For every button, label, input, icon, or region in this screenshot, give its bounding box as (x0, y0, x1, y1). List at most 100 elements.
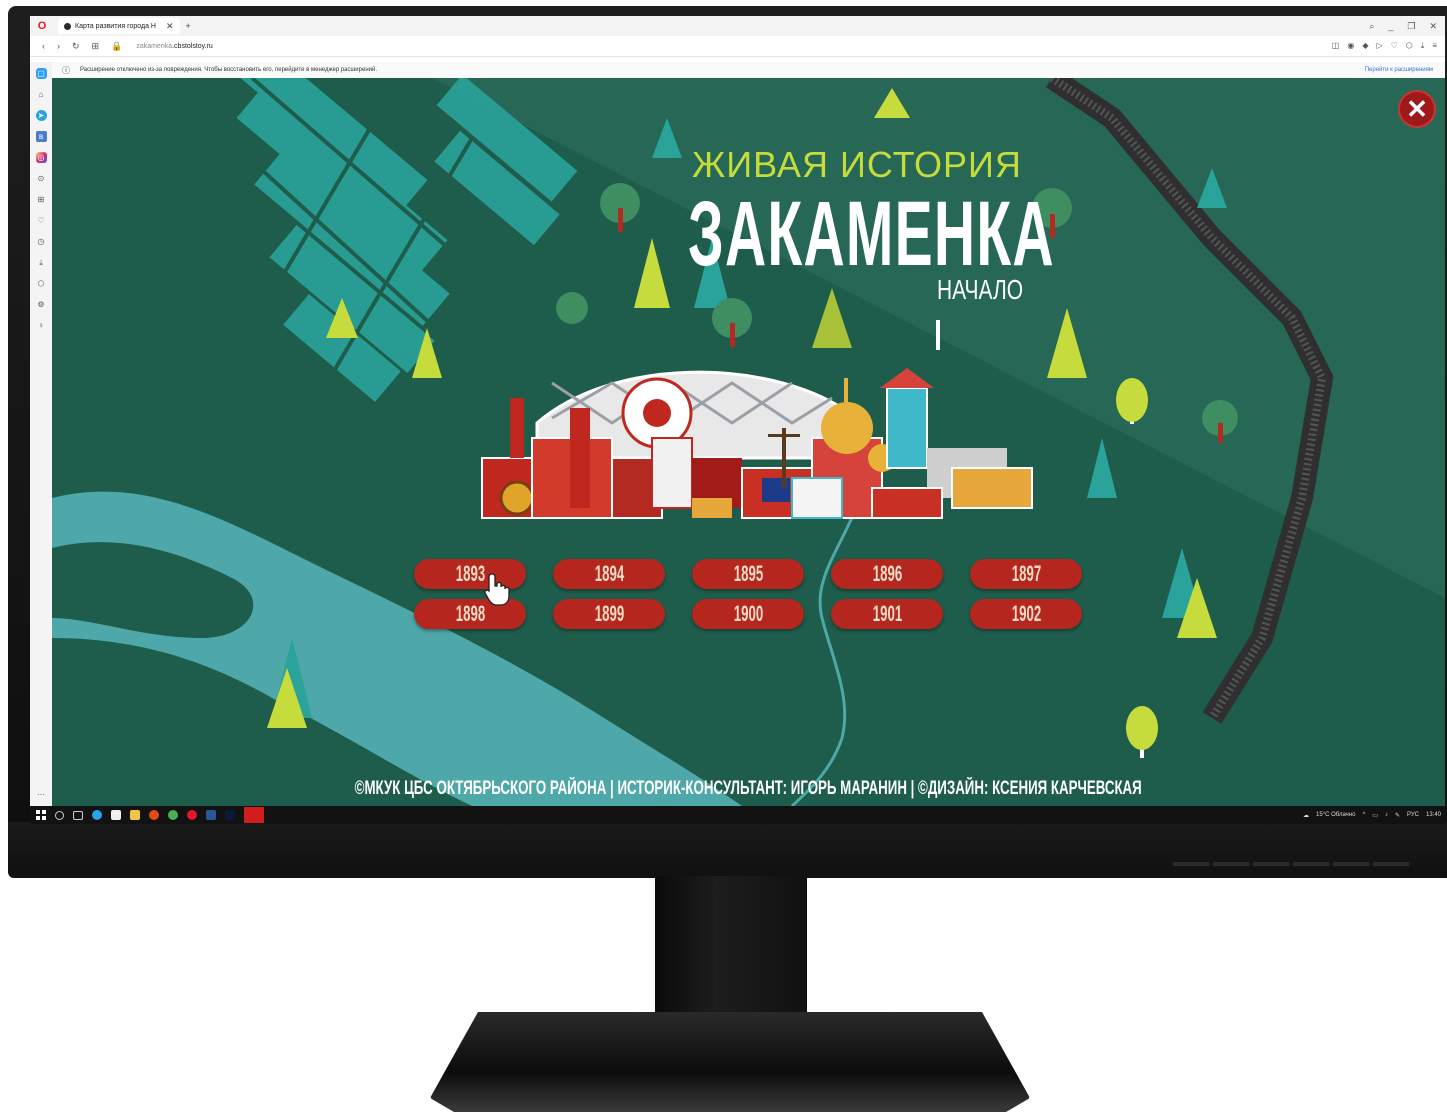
credits-footer: ©МКУК ЦБС ОКТЯБРЬСКОГО РАЙОНА | ИСТОРИК-… (52, 778, 1445, 800)
home-icon[interactable]: ⌂ (36, 89, 47, 100)
speed-dial-icon[interactable]: ⊞ (92, 41, 100, 52)
system-tray: ☁ 15°C Облачно ^ ▭ ♪ ✎ РУС 13:40 (1303, 812, 1441, 819)
lock-icon: 🔒 (111, 40, 123, 51)
monitor-chin (8, 822, 1447, 878)
extensions-sidebar-icon[interactable]: ⬡ (36, 278, 47, 289)
tips-icon[interactable]: ♀ (36, 320, 47, 331)
url-field[interactable]: zakamenka.cbstolstoy.ru (136, 43, 213, 50)
tab-close-icon[interactable]: ✕ (166, 21, 174, 32)
new-tab-icon[interactable]: + (186, 21, 191, 31)
year-button-1896[interactable]: 1896 (831, 559, 943, 589)
year-label: 1894 (594, 561, 624, 586)
year-label: 1893 (455, 561, 485, 586)
year-label: 1895 (733, 561, 763, 586)
infobar-text: Расширение отключено из-за повреждения. … (80, 67, 378, 73)
year-button-1895[interactable]: 1895 (692, 559, 804, 589)
chrome-icon[interactable] (168, 810, 178, 820)
monitor-stand-base (430, 1012, 1030, 1112)
browser-tab[interactable]: Карта развития города Н ✕ (58, 18, 180, 34)
menu-icon[interactable]: ≡ (1432, 41, 1437, 51)
monitor-buttons (1173, 862, 1413, 866)
store-icon[interactable] (111, 810, 121, 820)
minimize-icon[interactable]: _ (1388, 21, 1393, 32)
volume-icon[interactable]: ♪ (1385, 812, 1388, 818)
year-button-1902[interactable]: 1902 (970, 599, 1082, 629)
search-tabs-icon[interactable]: ⌕ (1369, 21, 1374, 32)
title-start: НАЧАЛО (937, 274, 1024, 305)
url-domain: .cbstolstoy.ru (172, 42, 213, 50)
photoshop-icon[interactable] (225, 810, 235, 820)
credits-text: ©МКУК ЦБС ОКТЯБРЬСКОГО РАЙОНА | ИСТОРИК-… (354, 778, 1143, 799)
weather-text[interactable]: 15°C Облачно (1316, 812, 1355, 818)
year-label: 1898 (455, 601, 485, 626)
tray-chevron-icon[interactable]: ^ (1362, 812, 1365, 818)
year-label: 1900 (733, 601, 763, 626)
reload-icon[interactable]: ↻ (72, 41, 80, 52)
start-icon[interactable] (36, 810, 46, 820)
opera-taskbar-icon[interactable] (187, 810, 197, 820)
tab-favicon-icon (64, 22, 71, 30)
close-button[interactable]: ✕ (1398, 90, 1436, 128)
snapshot-icon[interactable]: ◫ (1332, 41, 1340, 51)
download-icon[interactable]: ⤓ (1421, 41, 1425, 51)
year-button-1899[interactable]: 1899 (553, 599, 665, 629)
instagram-icon[interactable]: ◎ (35, 152, 47, 163)
maximize-icon[interactable]: ❐ (1407, 21, 1415, 32)
year-label: 1897 (1011, 561, 1041, 586)
year-button-1901[interactable]: 1901 (831, 599, 943, 629)
monitor-stand-neck (655, 876, 807, 1026)
year-label: 1899 (594, 601, 624, 626)
heart-icon[interactable]: ♡ (1391, 41, 1398, 51)
telegram-icon[interactable]: ➤ (35, 110, 47, 121)
year-buttons-grid: 1893 1894 1895 1896 1897 1898 1899 1900 … (414, 559, 1086, 629)
speed-dial-sidebar-icon[interactable]: ⊞ (36, 194, 47, 205)
camera-icon[interactable]: ◉ (1347, 41, 1354, 51)
pen-icon[interactable]: ✎ (1395, 812, 1400, 819)
bookmarks-icon[interactable]: ♡ (36, 215, 47, 226)
forward-icon[interactable]: › (57, 41, 60, 51)
monitor-screen: O Карта развития города Н ✕ + ⌕ _ ❐ ✕ ‹ … (30, 16, 1445, 824)
active-app-icon[interactable] (244, 807, 264, 823)
vpn-icon[interactable]: ◆ (1362, 41, 1368, 51)
close-window-icon[interactable]: ✕ (1429, 21, 1437, 32)
window-controls: ⌕ _ ❐ ✕ (1369, 21, 1437, 32)
downloads-icon[interactable]: ⤓ (36, 257, 47, 268)
toolbar-icons: ◫ ◉ ◆ ▷ ♡ ⬡ ⤓ ≡ (1332, 41, 1437, 51)
year-button-1894[interactable]: 1894 (553, 559, 665, 589)
back-icon[interactable]: ‹ (42, 41, 45, 51)
cloud-icon: ☁ (1303, 812, 1310, 819)
title-living-history: ЖИВАЯ ИСТОРИЯ (692, 144, 1022, 185)
extensions-icon[interactable]: ⬡ (1406, 41, 1413, 51)
opera-sidebar: ▢ ⌂ ➤ в ◎ ⊙ ⊞ ♡ ◷ ⤓ ⬡ ⚙ ♀ ⋯ (30, 62, 52, 806)
more-icon[interactable]: ⋯ (36, 789, 47, 800)
language-indicator[interactable]: РУС (1407, 812, 1419, 818)
info-icon: ⓘ (62, 65, 70, 75)
opera-logo-icon[interactable]: O (36, 20, 48, 32)
workspace-icon[interactable]: ▢ (35, 68, 47, 79)
year-button-1900[interactable]: 1900 (692, 599, 804, 629)
vk-icon[interactable]: в (35, 131, 47, 142)
year-label: 1902 (1011, 601, 1041, 626)
hand-pointer-icon (484, 573, 510, 606)
word-icon[interactable] (206, 810, 216, 820)
settings-icon[interactable]: ⚙ (36, 299, 47, 310)
history-icon[interactable]: ◷ (36, 236, 47, 247)
explorer-icon[interactable] (130, 810, 140, 820)
url-prefix: zakamenka (136, 42, 173, 50)
year-label: 1901 (872, 601, 902, 626)
go-to-extensions-link[interactable]: Перейти к расширениям (1365, 67, 1433, 73)
task-view-icon[interactable] (73, 810, 83, 820)
browser-tab-bar: O Карта развития города Н ✕ + ⌕ _ ❐ ✕ (30, 16, 1445, 36)
title-zakamenka: ЗАКАМЕНКА (688, 183, 1055, 285)
play-icon[interactable]: ▷ (1376, 41, 1382, 51)
player-icon[interactable]: ⊙ (36, 173, 47, 184)
search-icon[interactable] (55, 810, 64, 820)
zakamenka-page: ЖИВАЯ ИСТОРИЯ ЗАКАМЕНКА НАЧАЛО ✕ 1893 18… (52, 78, 1445, 806)
yandex-icon[interactable] (149, 810, 159, 820)
clock[interactable]: 13:40 (1426, 812, 1441, 818)
windows-taskbar: ☁ 15°C Облачно ^ ▭ ♪ ✎ РУС 13:40 (30, 806, 1445, 824)
edge-icon[interactable] (92, 810, 102, 820)
extension-warning-bar: ⓘ Расширение отключено из-за повреждения… (52, 62, 1445, 78)
network-icon[interactable]: ▭ (1372, 812, 1378, 819)
year-button-1897[interactable]: 1897 (970, 559, 1082, 589)
